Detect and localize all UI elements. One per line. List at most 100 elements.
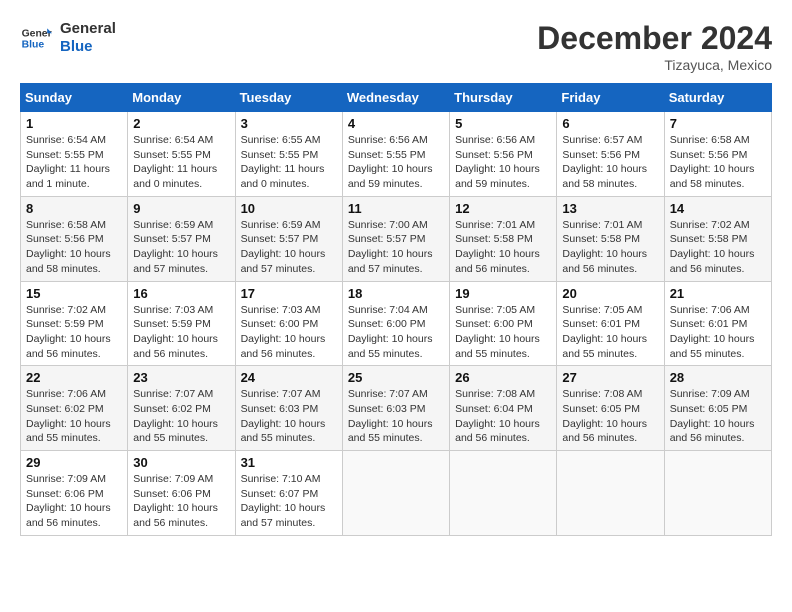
calendar-cell [664, 451, 771, 536]
title-area: December 2024 Tizayuca, Mexico [537, 20, 772, 73]
calendar-cell: 31 Sunrise: 7:10 AM Sunset: 6:07 PM Dayli… [235, 451, 342, 536]
calendar-cell: 24 Sunrise: 7:07 AM Sunset: 6:03 PM Dayli… [235, 366, 342, 451]
calendar-cell: 12 Sunrise: 7:01 AM Sunset: 5:58 PM Dayli… [450, 196, 557, 281]
calendar-cell: 7 Sunrise: 6:58 AM Sunset: 5:56 PM Daylig… [664, 112, 771, 197]
calendar-cell: 18 Sunrise: 7:04 AM Sunset: 6:00 PM Dayli… [342, 281, 449, 366]
day-number: 10 [241, 201, 337, 216]
weekday-header: Monday [128, 84, 235, 112]
day-number: 29 [26, 455, 122, 470]
calendar-cell: 14 Sunrise: 7:02 AM Sunset: 5:58 PM Dayli… [664, 196, 771, 281]
day-info: Sunrise: 7:06 AM Sunset: 6:02 PM Dayligh… [26, 387, 122, 446]
day-number: 27 [562, 370, 658, 385]
day-number: 2 [133, 116, 229, 131]
day-number: 30 [133, 455, 229, 470]
day-number: 8 [26, 201, 122, 216]
day-info: Sunrise: 6:54 AM Sunset: 5:55 PM Dayligh… [26, 133, 122, 192]
calendar-cell: 4 Sunrise: 6:56 AM Sunset: 5:55 PM Daylig… [342, 112, 449, 197]
day-info: Sunrise: 6:55 AM Sunset: 5:55 PM Dayligh… [241, 133, 337, 192]
day-info: Sunrise: 7:07 AM Sunset: 6:03 PM Dayligh… [348, 387, 444, 446]
calendar-cell: 8Sunrise: 6:58 AM Sunset: 5:56 PM Daylig… [21, 196, 128, 281]
day-info: Sunrise: 6:56 AM Sunset: 5:55 PM Dayligh… [348, 133, 444, 192]
day-number: 13 [562, 201, 658, 216]
day-number: 15 [26, 286, 122, 301]
calendar-cell: 15 Sunrise: 7:02 AM Sunset: 5:59 PM Dayli… [21, 281, 128, 366]
day-number: 19 [455, 286, 551, 301]
calendar-cell: 19Sunrise: 7:05 AM Sunset: 6:00 PM Dayli… [450, 281, 557, 366]
calendar-cell: 26Sunrise: 7:08 AM Sunset: 6:04 PM Dayli… [450, 366, 557, 451]
day-info: Sunrise: 6:59 AM Sunset: 5:57 PM Dayligh… [241, 218, 337, 277]
day-number: 22 [26, 370, 122, 385]
day-number: 25 [348, 370, 444, 385]
weekday-header: Saturday [664, 84, 771, 112]
logo-blue: Blue [60, 38, 116, 56]
location: Tizayuca, Mexico [537, 57, 772, 73]
calendar-cell: 27 Sunrise: 7:08 AM Sunset: 6:05 PM Dayli… [557, 366, 664, 451]
logo: General Blue General Blue [20, 20, 116, 56]
day-number: 1 [26, 116, 122, 131]
calendar-cell: 2 Sunrise: 6:54 AM Sunset: 5:55 PM Daylig… [128, 112, 235, 197]
day-number: 7 [670, 116, 766, 131]
day-info: Sunrise: 7:06 AM Sunset: 6:01 PM Dayligh… [670, 303, 766, 362]
day-info: Sunrise: 7:00 AM Sunset: 5:57 PM Dayligh… [348, 218, 444, 277]
day-number: 21 [670, 286, 766, 301]
day-info: Sunrise: 7:03 AM Sunset: 6:00 PM Dayligh… [241, 303, 337, 362]
day-info: Sunrise: 6:59 AM Sunset: 5:57 PM Dayligh… [133, 218, 229, 277]
day-info: Sunrise: 7:09 AM Sunset: 6:06 PM Dayligh… [133, 472, 229, 531]
calendar-cell: 6 Sunrise: 6:57 AM Sunset: 5:56 PM Daylig… [557, 112, 664, 197]
weekday-header: Tuesday [235, 84, 342, 112]
day-number: 18 [348, 286, 444, 301]
logo-icon: General Blue [20, 22, 52, 54]
calendar-cell: 28 Sunrise: 7:09 AM Sunset: 6:05 PM Dayli… [664, 366, 771, 451]
calendar-cell: 16 Sunrise: 7:03 AM Sunset: 5:59 PM Dayli… [128, 281, 235, 366]
day-info: Sunrise: 7:03 AM Sunset: 5:59 PM Dayligh… [133, 303, 229, 362]
day-number: 14 [670, 201, 766, 216]
calendar-cell: 11Sunrise: 7:00 AM Sunset: 5:57 PM Dayli… [342, 196, 449, 281]
calendar-cell [557, 451, 664, 536]
svg-text:Blue: Blue [22, 40, 45, 51]
calendar-cell: 21 Sunrise: 7:06 AM Sunset: 6:01 PM Dayli… [664, 281, 771, 366]
calendar-cell: 25 Sunrise: 7:07 AM Sunset: 6:03 PM Dayli… [342, 366, 449, 451]
day-info: Sunrise: 7:09 AM Sunset: 6:06 PM Dayligh… [26, 472, 122, 531]
month-title: December 2024 [537, 20, 772, 57]
day-info: Sunrise: 7:01 AM Sunset: 5:58 PM Dayligh… [455, 218, 551, 277]
calendar-cell: 23 Sunrise: 7:07 AM Sunset: 6:02 PM Dayli… [128, 366, 235, 451]
day-number: 31 [241, 455, 337, 470]
day-info: Sunrise: 7:09 AM Sunset: 6:05 PM Dayligh… [670, 387, 766, 446]
day-number: 3 [241, 116, 337, 131]
day-info: Sunrise: 7:08 AM Sunset: 6:05 PM Dayligh… [562, 387, 658, 446]
day-info: Sunrise: 7:07 AM Sunset: 6:02 PM Dayligh… [133, 387, 229, 446]
day-number: 23 [133, 370, 229, 385]
calendar-cell: 3 Sunrise: 6:55 AM Sunset: 5:55 PM Daylig… [235, 112, 342, 197]
day-number: 16 [133, 286, 229, 301]
calendar-cell: 1 Sunrise: 6:54 AM Sunset: 5:55 PM Daylig… [21, 112, 128, 197]
day-number: 12 [455, 201, 551, 216]
day-info: Sunrise: 7:02 AM Sunset: 5:59 PM Dayligh… [26, 303, 122, 362]
day-info: Sunrise: 7:10 AM Sunset: 6:07 PM Dayligh… [241, 472, 337, 531]
calendar-cell: 22 Sunrise: 7:06 AM Sunset: 6:02 PM Dayli… [21, 366, 128, 451]
calendar-cell [450, 451, 557, 536]
day-info: Sunrise: 6:58 AM Sunset: 5:56 PM Dayligh… [670, 133, 766, 192]
day-info: Sunrise: 6:54 AM Sunset: 5:55 PM Dayligh… [133, 133, 229, 192]
day-info: Sunrise: 7:02 AM Sunset: 5:58 PM Dayligh… [670, 218, 766, 277]
day-info: Sunrise: 7:05 AM Sunset: 6:01 PM Dayligh… [562, 303, 658, 362]
weekday-header: Friday [557, 84, 664, 112]
day-number: 5 [455, 116, 551, 131]
day-number: 4 [348, 116, 444, 131]
day-info: Sunrise: 7:01 AM Sunset: 5:58 PM Dayligh… [562, 218, 658, 277]
day-info: Sunrise: 7:04 AM Sunset: 6:00 PM Dayligh… [348, 303, 444, 362]
header: General Blue General Blue December 2024 … [20, 20, 772, 73]
calendar-cell: 9Sunrise: 6:59 AM Sunset: 5:57 PM Daylig… [128, 196, 235, 281]
calendar-cell: 10 Sunrise: 6:59 AM Sunset: 5:57 PM Dayli… [235, 196, 342, 281]
day-number: 20 [562, 286, 658, 301]
day-info: Sunrise: 6:57 AM Sunset: 5:56 PM Dayligh… [562, 133, 658, 192]
calendar-table: SundayMondayTuesdayWednesdayThursdayFrid… [20, 83, 772, 536]
day-number: 24 [241, 370, 337, 385]
day-number: 6 [562, 116, 658, 131]
weekday-header: Thursday [450, 84, 557, 112]
day-info: Sunrise: 6:56 AM Sunset: 5:56 PM Dayligh… [455, 133, 551, 192]
day-info: Sunrise: 7:07 AM Sunset: 6:03 PM Dayligh… [241, 387, 337, 446]
logo-general: General [60, 20, 116, 38]
calendar-cell [342, 451, 449, 536]
day-number: 28 [670, 370, 766, 385]
calendar-cell: 13 Sunrise: 7:01 AM Sunset: 5:58 PM Dayli… [557, 196, 664, 281]
